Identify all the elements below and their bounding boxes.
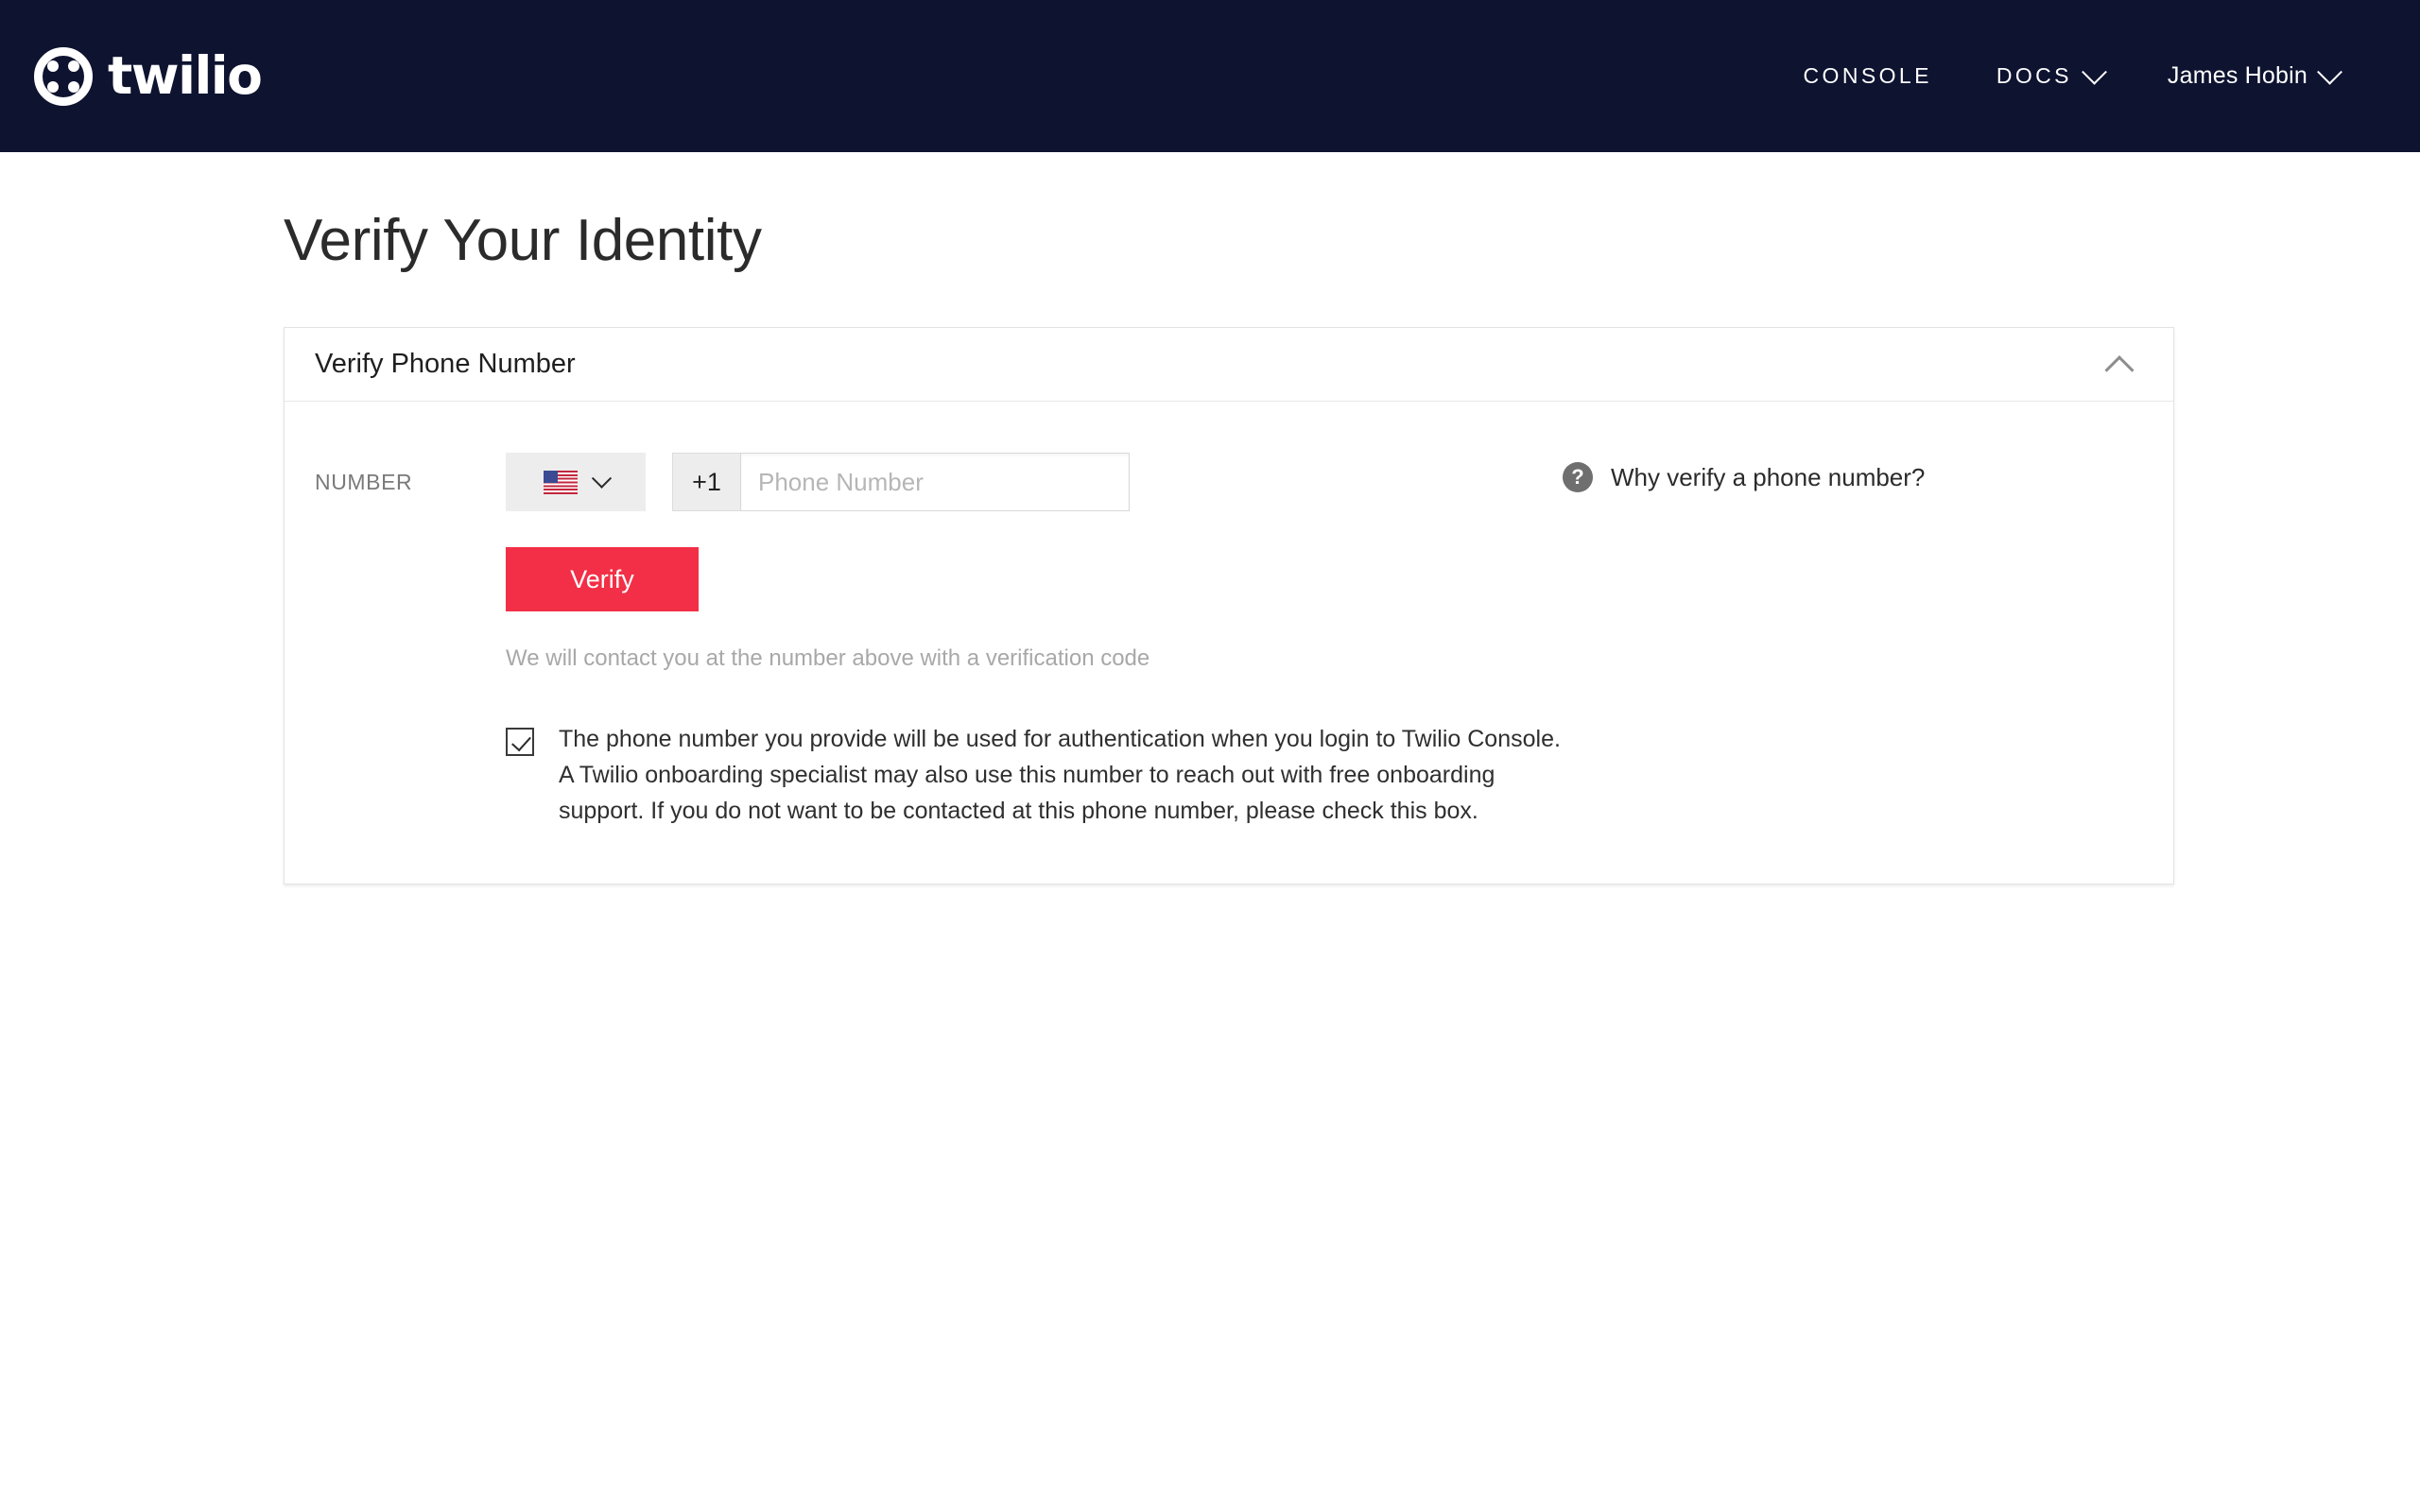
nav-item-console[interactable]: CONSOLE — [1772, 63, 1964, 89]
dial-code-prefix: +1 — [672, 453, 740, 511]
form-column: NUMBER +1 Verify We will contact you at … — [315, 453, 1563, 829]
help-circle-icon: ? — [1563, 462, 1593, 492]
card-header: Verify Phone Number — [285, 328, 2173, 402]
phone-number-field-row: NUMBER +1 — [315, 453, 1563, 511]
twilio-wordmark: twilio — [108, 45, 263, 106]
card-body: NUMBER +1 Verify We will contact you at … — [285, 402, 2173, 884]
consent-row: The phone number you provide will be use… — [506, 721, 1563, 829]
nav-item-docs[interactable]: DOCS — [1964, 59, 2135, 89]
twilio-circle-logo-icon — [34, 46, 93, 106]
consent-checkbox[interactable] — [506, 728, 534, 756]
info-column: ? Why verify a phone number? — [1563, 453, 2141, 829]
nav-item-user-menu[interactable]: James Hobin — [2135, 59, 2371, 90]
us-flag-icon — [543, 470, 578, 494]
chevron-up-icon — [2104, 354, 2135, 385]
verification-helper-text: We will contact you at the number above … — [506, 645, 1150, 671]
nav-item-console-label: CONSOLE — [1803, 63, 1932, 88]
chevron-down-icon — [2317, 59, 2342, 85]
twilio-logo[interactable]: twilio — [34, 43, 263, 110]
nav-item-docs-label: DOCS — [1996, 63, 2072, 88]
phone-input-group: +1 — [672, 453, 1130, 511]
country-select[interactable] — [506, 453, 646, 511]
why-verify-label: Why verify a phone number? — [1611, 462, 1926, 491]
top-navigation-bar: twilio CONSOLE DOCS James Hobin — [0, 0, 2420, 152]
consent-text: The phone number you provide will be use… — [559, 726, 1561, 824]
card-title: Verify Phone Number — [315, 349, 576, 379]
page-title: Verify Your Identity — [284, 208, 762, 273]
collapse-card-button[interactable] — [2098, 343, 2141, 387]
why-verify-link[interactable]: ? Why verify a phone number? — [1563, 462, 2141, 492]
number-field-label: NUMBER — [315, 469, 413, 494]
phone-number-input[interactable] — [740, 453, 1130, 511]
nav-item-user-label: James Hobin — [2167, 62, 2308, 89]
verify-button[interactable]: Verify — [506, 547, 699, 611]
page-content: Verify Your Identity Verify Phone Number… — [0, 152, 2420, 885]
chevron-down-icon — [591, 468, 612, 489]
main-nav: CONSOLE DOCS James Hobin — [1772, 59, 2371, 90]
chevron-down-icon — [2081, 59, 2107, 85]
verify-phone-number-card: Verify Phone Number NUMBER +1 Phone Numb… — [284, 327, 2174, 885]
